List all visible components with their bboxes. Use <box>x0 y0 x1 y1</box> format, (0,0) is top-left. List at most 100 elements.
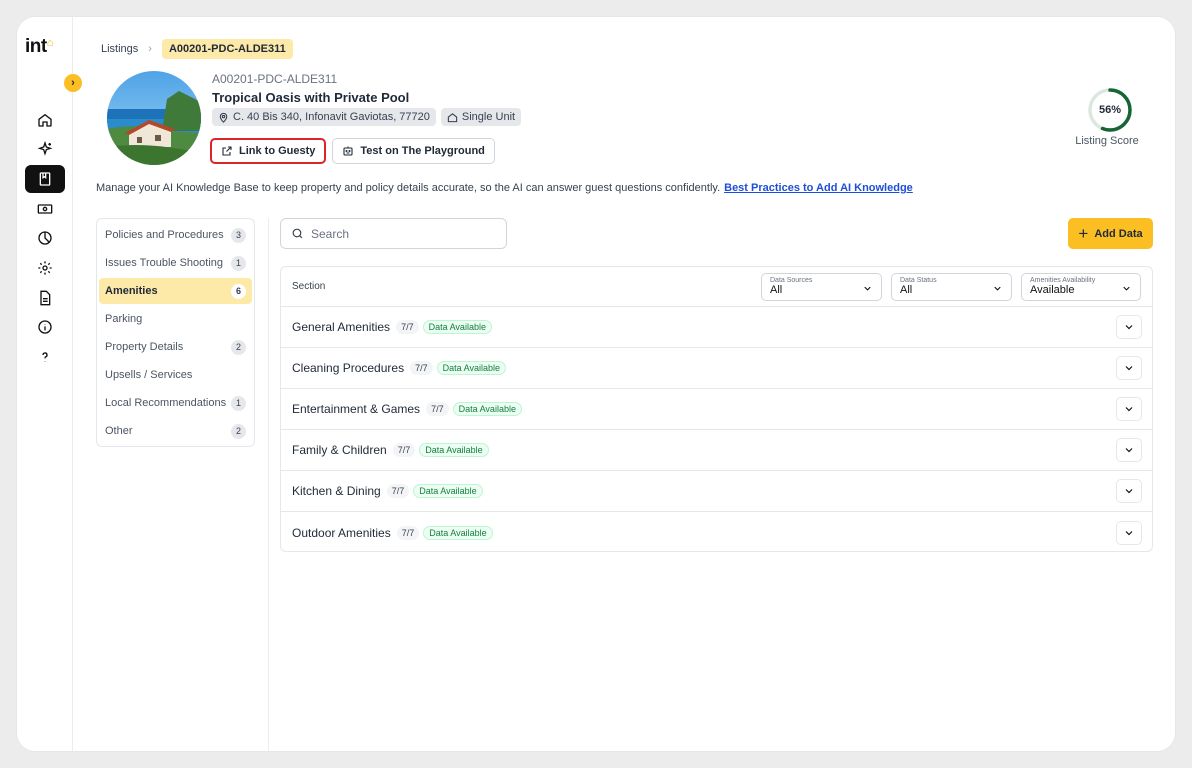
category-count: 2 <box>231 423 246 439</box>
listing-actions: Link to Guesty Test on The Playground <box>210 138 495 164</box>
amenities-table: Section Data Sources All Data Status All… <box>280 266 1153 552</box>
search-input[interactable] <box>311 226 481 241</box>
app-window: int⌂ › Listings › A00201-PDC-ALDE311 A00… <box>17 17 1175 751</box>
home-icon <box>38 113 52 127</box>
expand-row-button[interactable] <box>1116 397 1142 421</box>
nav-help[interactable] <box>25 343 65 371</box>
chevron-down-icon <box>1123 286 1130 291</box>
chevron-down-icon <box>1125 407 1133 412</box>
category-upsells[interactable]: Upsells / Services <box>99 362 252 388</box>
test-playground-button[interactable]: Test on The Playground <box>332 138 495 164</box>
address-chip: C. 40 Bis 340, Infonavit Gaviotas, 77720 <box>212 108 436 126</box>
chevron-down-icon <box>1125 530 1133 535</box>
table-header: Section Data Sources All Data Status All… <box>281 267 1152 307</box>
section-column-header: Section <box>292 281 326 292</box>
completion-badge: 7/7 <box>426 402 449 416</box>
listing-meta: C. 40 Bis 340, Infonavit Gaviotas, 77720… <box>212 108 522 126</box>
help-icon <box>42 352 48 362</box>
nav-ai[interactable] <box>25 135 65 163</box>
home-icon <box>447 112 458 122</box>
chevron-right-icon: › <box>71 77 75 89</box>
completion-badge: 7/7 <box>396 525 420 540</box>
nav-info[interactable] <box>25 313 65 341</box>
table-row[interactable]: Cleaning Procedures 7/7 Data Available <box>281 348 1152 389</box>
status-badge: Data Available <box>436 361 506 375</box>
score-value: 56% <box>1098 104 1122 116</box>
sparkle-icon <box>37 141 53 156</box>
unit-type-text: Single Unit <box>461 111 516 123</box>
logo-house-icon: ⌂ <box>46 37 54 49</box>
chevron-down-icon <box>994 286 1001 291</box>
completion-badge: 7/7 <box>386 484 410 498</box>
chevron-down-icon <box>1125 366 1133 371</box>
breadcrumb-current: A00201-PDC-ALDE311 <box>161 39 293 59</box>
listing-score: 56% Listing Score <box>1075 87 1140 147</box>
status-badge: Data Available <box>452 402 522 416</box>
data-status-filter[interactable]: Data Status All <box>891 272 1012 301</box>
status-badge: Data Available <box>413 484 483 498</box>
completion-badge: 7/7 <box>396 320 419 334</box>
category-troubleshooting[interactable]: Issues Trouble Shooting 1 <box>99 250 252 276</box>
category-local-recommendations[interactable]: Local Recommendations 1 <box>99 390 252 416</box>
breadcrumb-listings-link[interactable]: Listings <box>101 43 138 55</box>
score-ring: 56% <box>1087 87 1133 133</box>
table-row[interactable]: Kitchen & Dining 7/7 Data Available <box>281 471 1152 512</box>
expand-row-button[interactable] <box>1116 438 1142 462</box>
sidebar-expand-button[interactable]: › <box>64 74 82 92</box>
category-other[interactable]: Other 2 <box>99 418 252 444</box>
status-badge: Data Available <box>419 443 489 457</box>
listing-id: A00201-PDC-ALDE311 <box>212 72 338 86</box>
best-practices-link[interactable]: Best Practices to Add AI Knowledge <box>724 182 913 194</box>
nav-billing[interactable] <box>25 195 65 223</box>
search-box[interactable] <box>280 218 507 249</box>
category-count: 6 <box>231 283 246 299</box>
external-link-icon <box>222 146 232 156</box>
address-text: C. 40 Bis 340, Infonavit Gaviotas, 77720 <box>233 111 430 123</box>
chevron-down-icon <box>864 286 871 291</box>
table-row[interactable]: General Amenities 7/7 Data Available <box>281 307 1152 348</box>
category-count: 1 <box>231 395 246 411</box>
nav-analytics[interactable] <box>25 224 65 252</box>
chevron-down-icon <box>1125 448 1133 453</box>
search-icon <box>292 228 303 239</box>
table-row[interactable]: Family & Children 7/7 Data Available <box>281 430 1152 471</box>
unit-type-chip: Single Unit <box>440 108 522 126</box>
table-row[interactable]: Entertainment & Games 7/7 Data Available <box>281 389 1152 430</box>
logo: int⌂ <box>25 36 54 57</box>
category-count: 3 <box>231 227 246 243</box>
breadcrumb: Listings › A00201-PDC-ALDE311 <box>101 39 293 59</box>
expand-row-button[interactable] <box>1116 520 1142 545</box>
status-badge: Data Available <box>423 525 493 540</box>
category-list: Policies and Procedures 3 Issues Trouble … <box>96 218 255 447</box>
expand-row-button[interactable] <box>1116 479 1142 503</box>
info-icon <box>38 320 52 334</box>
expand-row-button[interactable] <box>1116 315 1142 339</box>
category-amenities[interactable]: Amenities 6 <box>99 278 252 304</box>
category-property-details[interactable]: Property Details 2 <box>99 334 252 360</box>
chevron-down-icon <box>1125 489 1133 494</box>
intro-text: Manage your AI Knowledge Base to keep pr… <box>96 182 913 194</box>
chart-icon <box>38 231 52 245</box>
table-row[interactable]: Outdoor Amenities 7/7 Data Available <box>281 512 1152 551</box>
expand-row-button[interactable] <box>1116 356 1142 380</box>
money-icon <box>37 204 53 214</box>
robot-icon <box>343 146 353 156</box>
category-parking[interactable]: Parking <box>99 306 252 332</box>
category-count: 1 <box>231 255 246 271</box>
amenities-availability-filter[interactable]: Amenities Availability Available <box>1021 272 1141 301</box>
listing-photo <box>107 71 201 165</box>
data-sources-filter[interactable]: Data Sources All <box>761 272 882 301</box>
nav-documents[interactable] <box>25 284 65 312</box>
nav-home[interactable] <box>25 106 65 134</box>
gear-icon <box>38 261 52 275</box>
completion-badge: 7/7 <box>392 443 416 457</box>
nav-knowledge[interactable] <box>25 165 65 193</box>
category-policies[interactable]: Policies and Procedures 3 <box>99 222 252 248</box>
add-data-button[interactable]: + Add Data <box>1068 218 1153 249</box>
category-count: 2 <box>231 339 246 355</box>
chevron-right-icon: › <box>148 43 152 55</box>
listing-title: Tropical Oasis with Private Pool <box>212 90 410 105</box>
nav-settings[interactable] <box>25 254 65 282</box>
link-to-guesty-button[interactable]: Link to Guesty <box>210 138 327 164</box>
document-icon <box>40 290 51 306</box>
